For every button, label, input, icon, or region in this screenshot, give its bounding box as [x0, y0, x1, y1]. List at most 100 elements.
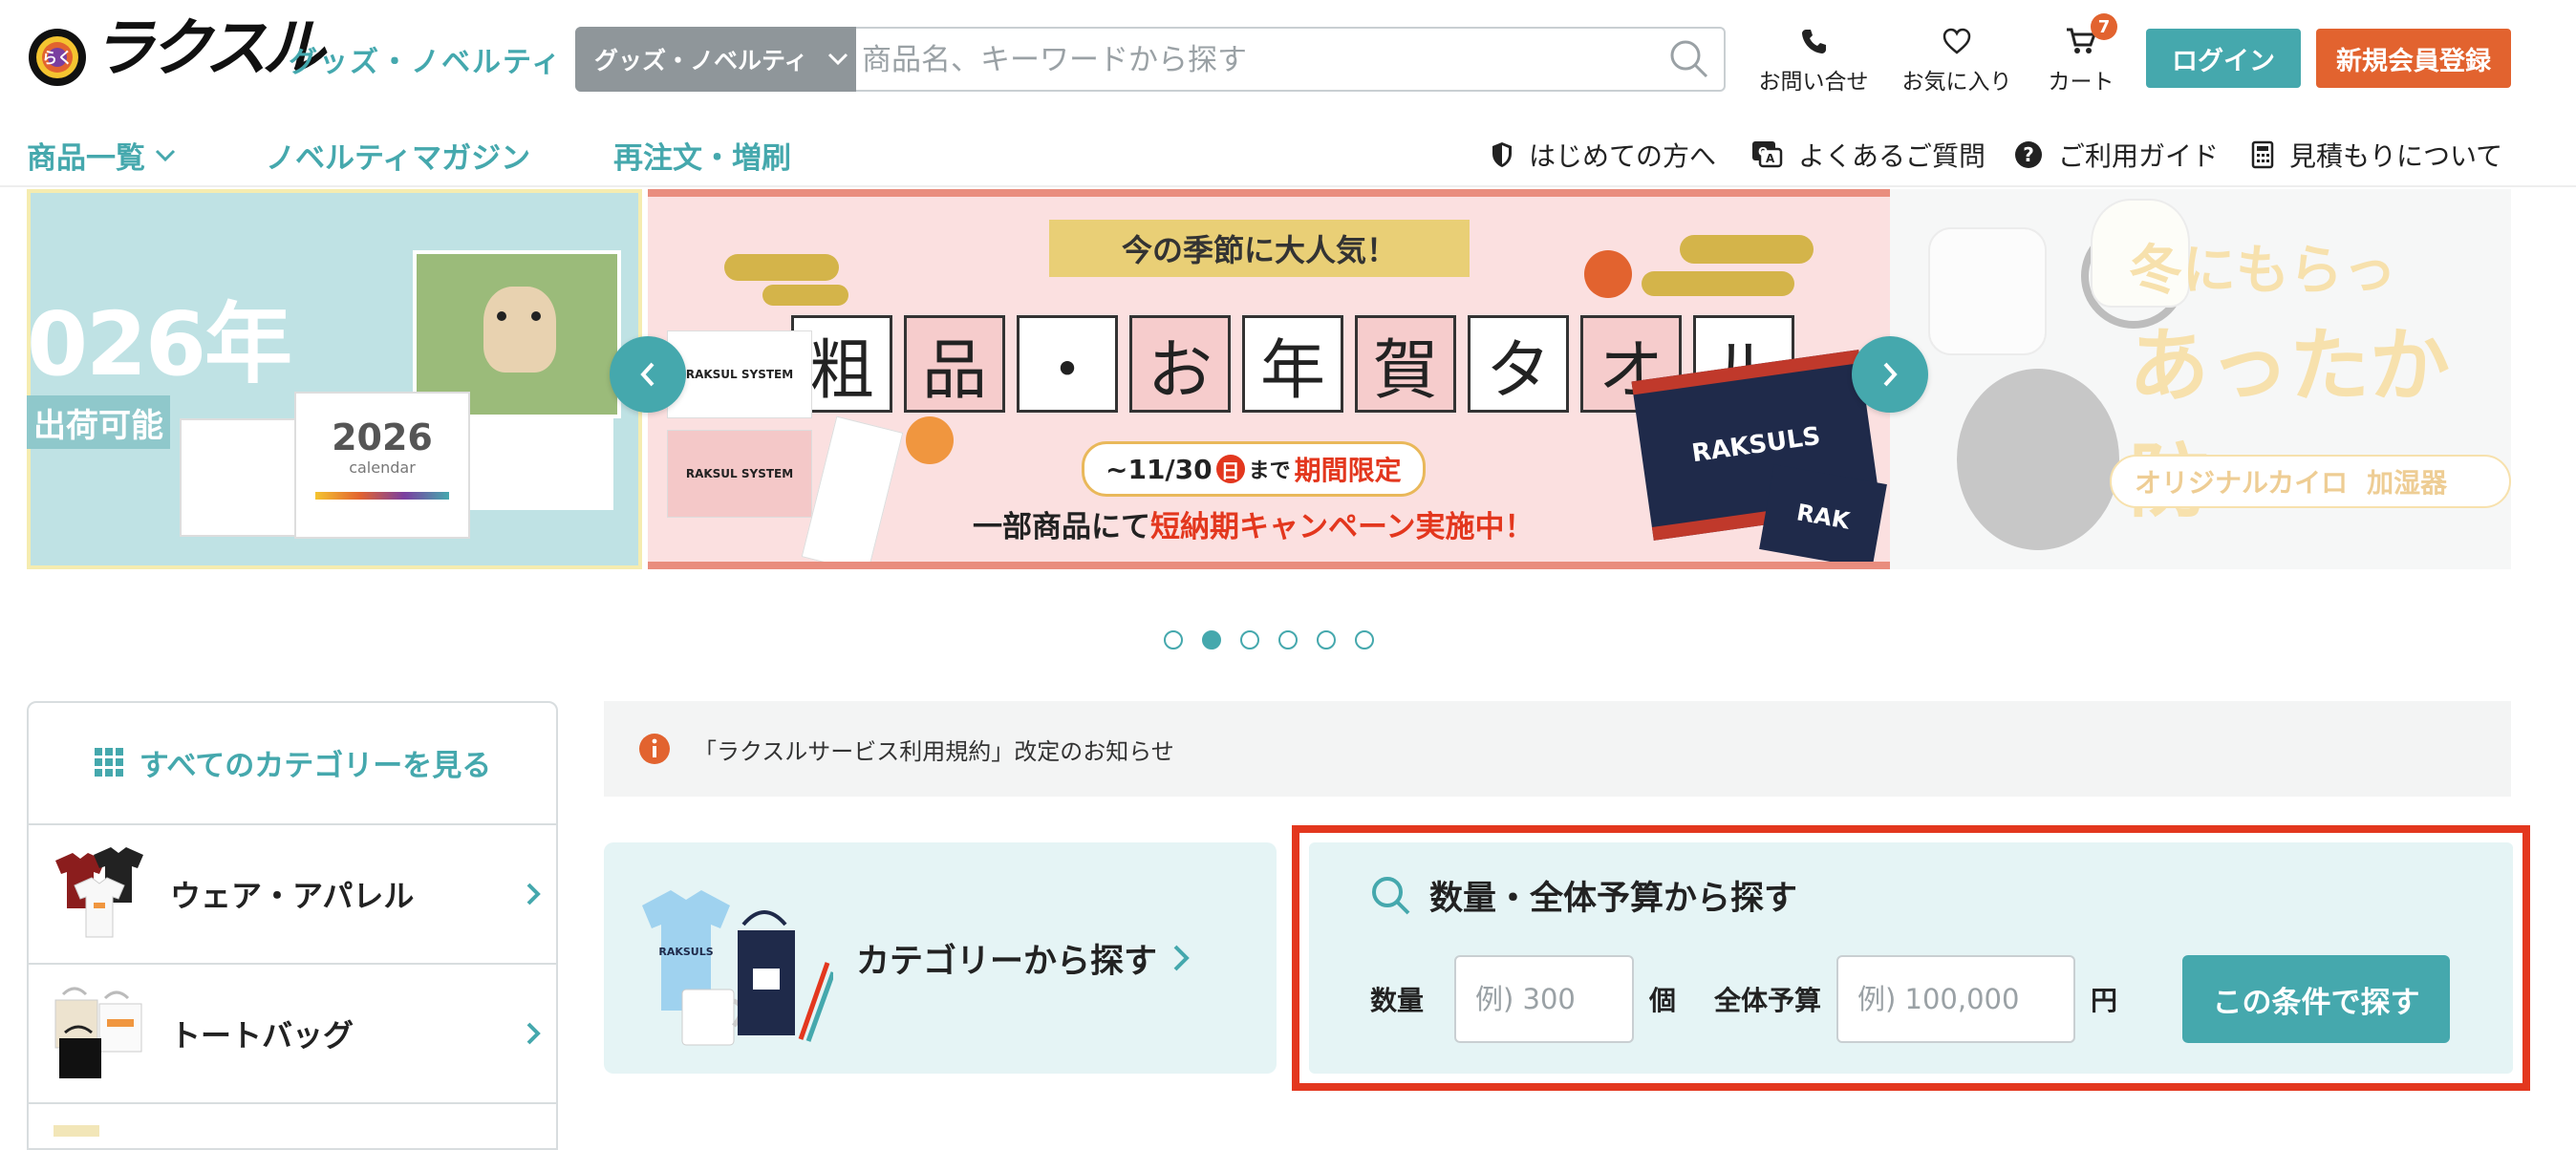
- raksul-logo-icon: らく: [29, 29, 86, 86]
- sidebar-next-thumbnail: [54, 1125, 99, 1137]
- nav-products[interactable]: 商品一覧: [27, 134, 176, 177]
- all-categories-link[interactable]: すべてのカテゴリーを見る: [27, 701, 558, 825]
- svg-text:A: A: [1766, 152, 1775, 165]
- carousel-dot[interactable]: [1240, 630, 1259, 650]
- chevron-right-icon: [1173, 945, 1190, 971]
- prev-slide-year: 026年: [27, 293, 292, 395]
- search-icon[interactable]: [1668, 38, 1710, 80]
- carousel-next-button[interactable]: [1852, 336, 1928, 413]
- carousel-dot[interactable]: [1317, 630, 1336, 650]
- favorites-label: お気に入り: [1901, 70, 2012, 95]
- calendar-year: 2026: [332, 416, 433, 458]
- sidebar-item-label: トートバッグ: [170, 1017, 354, 1054]
- signup-button[interactable]: 新規会員登録: [2316, 29, 2511, 88]
- util-estimate[interactable]: 見積もりについて: [2251, 136, 2502, 174]
- grid-icon: [94, 748, 123, 777]
- totebag-thumbnail: [46, 981, 151, 1086]
- qty-search-title: 数量・全体予算から探す: [1370, 871, 1797, 920]
- apparel-thumbnail: [46, 841, 151, 947]
- towel-product-white: RAKSUL SYSTEM: [667, 330, 812, 418]
- search-input[interactable]: [860, 32, 1666, 88]
- qty-label: 数量: [1370, 985, 1425, 1016]
- nav-products-label: 商品一覧: [27, 141, 145, 176]
- calendar-word: calendar: [349, 458, 416, 477]
- nav-magazine[interactable]: ノベルティマガジン: [266, 134, 530, 177]
- util-guide[interactable]: ? ご利用ガイド: [2014, 136, 2219, 174]
- qty-unit: 個: [1649, 985, 1677, 1016]
- util-faq[interactable]: QA よくあるご質問: [1750, 136, 1986, 174]
- search-category-select[interactable]: グッズ・ノベルティ: [575, 27, 856, 92]
- info-icon: [639, 734, 670, 764]
- title-char: 品: [904, 315, 1005, 413]
- calculator-icon: [2251, 140, 2274, 169]
- budget-unit: 円: [2091, 985, 2118, 1016]
- notice-bar[interactable]: 「ラクスルサービス利用規約」改定のお知らせ: [604, 701, 2511, 797]
- favorites-link[interactable]: お気に入り: [1898, 27, 2016, 96]
- carousel-dot[interactable]: [1278, 630, 1298, 650]
- carousel-slide-current[interactable]: 今の季節に大人気！ 粗 品 ・ お 年 賀 タ オ ル ~11/30 日 まで …: [648, 189, 1890, 569]
- title-char: 賀: [1355, 315, 1456, 413]
- title-char: 年: [1242, 315, 1343, 413]
- login-button[interactable]: ログイン: [2146, 29, 2301, 88]
- contact-link[interactable]: お問い合せ: [1754, 27, 1873, 96]
- title-char: ・: [1017, 315, 1118, 413]
- chevron-right-icon: [1883, 362, 1898, 387]
- nav-divider: [0, 185, 2576, 187]
- nav-reorder-label: 再注文・増刷: [613, 141, 791, 176]
- sports-towel-folded: RAK: [1759, 464, 1887, 562]
- towel-product-pink: RAKSUL SYSTEM: [667, 430, 812, 518]
- search-category-label: グッズ・ノベルティ: [594, 47, 808, 75]
- chevron-right-icon: [526, 883, 541, 905]
- util-first-time[interactable]: はじめての方へ: [1491, 136, 1716, 174]
- util-first-time-label: はじめての方へ: [1529, 140, 1717, 172]
- logo-wordmark[interactable]: ラクスル: [92, 17, 325, 80]
- title-char: お: [1129, 315, 1231, 413]
- all-categories-label: すべてのカテゴリーを見る: [139, 748, 492, 783]
- flower-icon: [906, 416, 954, 464]
- logo-subtitle[interactable]: グッズ・ノベルティ: [289, 38, 562, 80]
- budget-label: 全体予算: [1714, 985, 1822, 1016]
- budget-input[interactable]: [1836, 955, 2075, 1043]
- search-icon: [1372, 876, 1410, 914]
- campaign-prefix: 一部商品にて: [973, 510, 1150, 544]
- notice-text: 「ラクスルサービス利用規約」改定のお知らせ: [694, 737, 1174, 765]
- qty-search-title-text: 数量・全体予算から探す: [1429, 880, 1798, 918]
- logo-mark[interactable]: らく: [27, 27, 88, 88]
- period-mid: まで: [1248, 459, 1291, 483]
- carousel-slide-prev[interactable]: 026年 出荷可能 2026 calendar: [27, 189, 642, 569]
- category-card-brand: RAKSULS: [658, 946, 713, 958]
- carousel-dot[interactable]: [1355, 630, 1374, 650]
- quantity-input[interactable]: [1454, 955, 1634, 1043]
- prev-slide-ship: 出荷可能: [27, 395, 170, 449]
- towel-product-rolled: [801, 415, 904, 562]
- chevron-down-icon: [155, 149, 176, 161]
- util-guide-label: ご利用ガイド: [2058, 140, 2220, 172]
- sidebar-item-label: ウェア・アパレル: [170, 878, 415, 914]
- chevron-right-icon: [526, 1022, 541, 1045]
- desk-calendar-main: 2026 calendar: [294, 392, 470, 539]
- next-slide-overlay: [1890, 189, 2511, 569]
- campaign-text: 一部商品にて短納期キャンペーン実施中！: [973, 502, 1534, 545]
- chevron-down-icon: [827, 53, 848, 66]
- period-prefix: ~11/30: [1106, 453, 1213, 485]
- carousel-prev-button[interactable]: [610, 336, 686, 413]
- category-card-image: RAKSULS: [633, 867, 833, 1049]
- period-pill: ~11/30 日 まで 期間限定: [1082, 441, 1426, 497]
- category-search-card[interactable]: RAKSULS カテゴリーから探す: [604, 842, 1277, 1074]
- slide-badge: 今の季節に大人気！: [1049, 220, 1470, 277]
- campaign-highlight: 短納期キャンペーン実施中！: [1150, 510, 1535, 544]
- period-day: 日: [1215, 455, 1245, 483]
- flower-icon: [1584, 250, 1632, 298]
- phone-icon: [1802, 30, 1826, 53]
- svg-text:らく: らく: [42, 49, 73, 67]
- category-search-label: カテゴリーから探す: [856, 942, 1158, 981]
- nav-reorder[interactable]: 再注文・増刷: [613, 134, 791, 177]
- question-icon: ?: [2015, 141, 2042, 168]
- svg-text:?: ?: [2023, 143, 2034, 166]
- carousel-dot[interactable]: [1164, 630, 1183, 650]
- sidebar-item-apparel[interactable]: ウェア・アパレル: [27, 825, 558, 965]
- sidebar-item-totebag[interactable]: トートバッグ: [27, 965, 558, 1104]
- carousel-dot-active[interactable]: [1202, 630, 1221, 650]
- carousel-slide-next[interactable]: 冬にもらっ あったか防 オリジナルカイロ 加湿器: [1890, 189, 2511, 569]
- search-by-condition-button[interactable]: この条件で探す: [2182, 955, 2450, 1043]
